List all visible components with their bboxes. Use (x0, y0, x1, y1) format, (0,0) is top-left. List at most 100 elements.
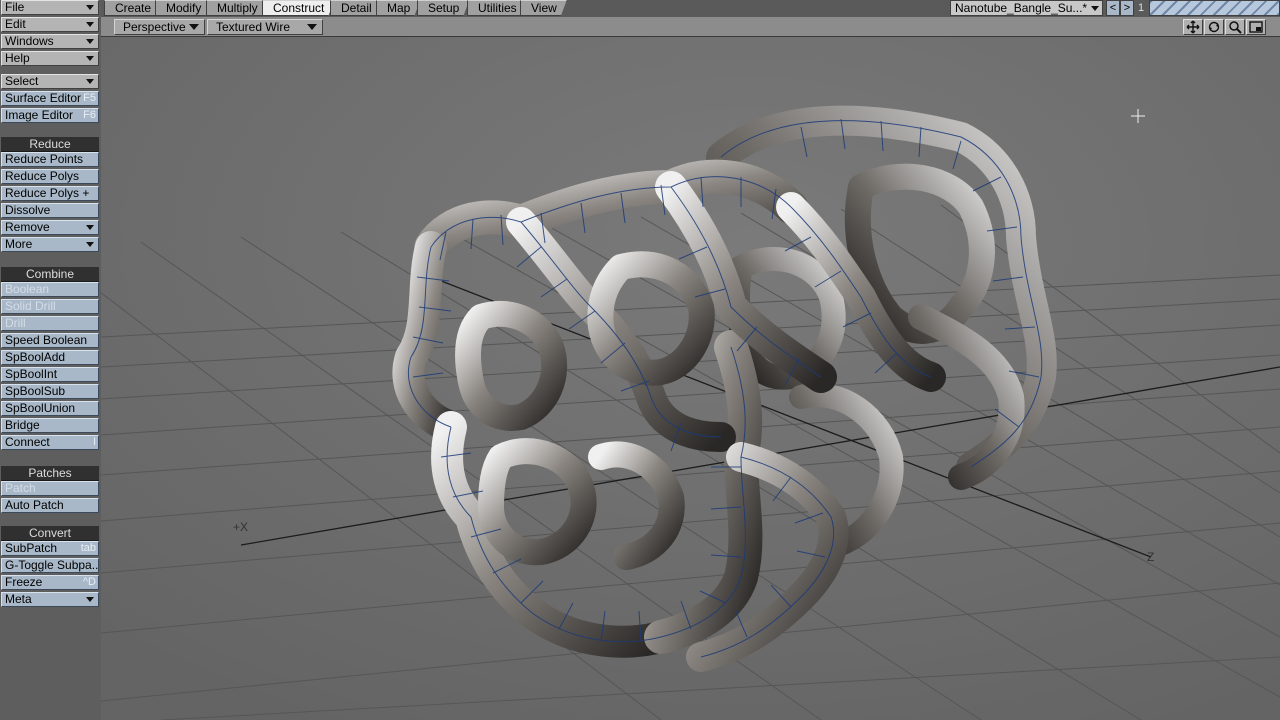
shortcut-key: I (92, 436, 96, 448)
layer-bank-strip[interactable] (1149, 0, 1280, 16)
maximize-view-icon[interactable] (1246, 19, 1266, 35)
spboolunion-button[interactable]: SpBoolUnion (1, 401, 99, 416)
layer-number: 1 (1137, 2, 1145, 14)
object-name: Nanotube_Bangle_Su...* (955, 1, 1088, 15)
combine-header: Combine (1, 267, 99, 282)
reduce-points-label: Reduce Points (5, 152, 84, 166)
tab-create[interactable]: Create (104, 0, 161, 16)
bridge-label: Bridge (5, 418, 40, 432)
solid-drill-label: Solid Drill (5, 299, 56, 313)
remove-label: Remove (5, 220, 50, 234)
reduce-header: Reduce (1, 137, 99, 152)
remove-menu[interactable]: Remove (1, 220, 99, 235)
image-editor-label: Image Editor (5, 108, 74, 122)
boolean-label: Boolean (5, 282, 50, 296)
chevron-down-icon (189, 24, 199, 30)
tab-detail[interactable]: Detail (330, 0, 382, 16)
more-label: More (5, 237, 33, 251)
image-editor-button[interactable]: Image Editor F6 (1, 108, 99, 123)
spboolsub-button[interactable]: SpBoolSub (1, 384, 99, 399)
chevron-down-icon (86, 39, 94, 44)
convert-header: Convert (1, 526, 99, 541)
chevron-down-icon (86, 225, 94, 230)
subpatch-button[interactable]: SubPatch tab (1, 541, 99, 556)
tab-modify[interactable]: Modify (155, 0, 211, 16)
reduce-polys-label: Reduce Polys (5, 169, 80, 183)
reduce-points-button[interactable]: Reduce Points (1, 152, 99, 167)
meta-label: Meta (5, 592, 32, 606)
connect-label: Connect (5, 435, 50, 449)
dissolve-button[interactable]: Dissolve (1, 203, 99, 218)
reduce-polys-plus-label: Reduce Polys + (5, 186, 90, 200)
next-layer-button[interactable]: > (1120, 0, 1134, 16)
gtoggle-subpatch-button[interactable]: G-Toggle Subpa... (1, 558, 99, 573)
spboolint-button[interactable]: SpBoolInt (1, 367, 99, 382)
windows-menu-label: Windows (5, 34, 54, 48)
bridge-button[interactable]: Bridge (1, 418, 99, 433)
surface-editor-button[interactable]: Surface Editor F5 (1, 91, 99, 106)
tab-view[interactable]: View (520, 0, 567, 16)
boolean-button[interactable]: Boolean (1, 282, 99, 297)
shortcut-key: tab (80, 542, 96, 554)
auto-patch-label: Auto Patch (5, 498, 64, 512)
zoom-icon[interactable] (1225, 19, 1245, 35)
axis-label-z: Z (1147, 550, 1154, 564)
dissolve-label: Dissolve (5, 203, 51, 217)
reduce-polys-plus-button[interactable]: Reduce Polys + (1, 186, 99, 201)
drill-label: Drill (5, 316, 26, 330)
more-menu[interactable]: More (1, 237, 99, 252)
view-type-dropdown[interactable]: Perspective (114, 19, 205, 35)
spboolsub-label: SpBoolSub (5, 384, 66, 398)
render-mode-dropdown[interactable]: Textured Wire (207, 19, 323, 35)
object-layer-dropdown[interactable]: Nanotube_Bangle_Su...* (950, 0, 1103, 16)
axis-label-x: +X (233, 520, 248, 534)
help-menu[interactable]: Help (1, 51, 99, 66)
auto-patch-button[interactable]: Auto Patch (1, 498, 99, 513)
solid-drill-button[interactable]: Solid Drill (1, 299, 99, 314)
file-menu-label: File (5, 0, 25, 14)
surface-editor-label: Surface Editor (5, 91, 82, 105)
subpatch-label: SubPatch (5, 541, 58, 555)
spbooladd-button[interactable]: SpBoolAdd (1, 350, 99, 365)
tab-map[interactable]: Map (376, 0, 420, 16)
shortcut-key: F6 (83, 109, 96, 121)
windows-menu[interactable]: Windows (1, 34, 99, 49)
freeze-button[interactable]: Freeze ^D (1, 575, 99, 590)
spbooladd-label: SpBoolAdd (5, 350, 66, 364)
render-mode-label: Textured Wire (216, 20, 291, 34)
shortcut-key: ^D (82, 576, 96, 588)
tab-utilities[interactable]: Utilities (467, 0, 527, 16)
patch-label: Patch (5, 481, 36, 495)
reduce-polys-button[interactable]: Reduce Polys (1, 169, 99, 184)
tab-setup[interactable]: Setup (417, 0, 469, 16)
patch-button[interactable]: Patch (1, 481, 99, 496)
speed-boolean-label: Speed Boolean (5, 333, 88, 347)
spboolunion-label: SpBoolUnion (5, 401, 76, 415)
tab-construct[interactable]: Construct (262, 0, 334, 16)
file-menu[interactable]: File (1, 0, 99, 15)
chevron-down-icon (86, 22, 94, 27)
chevron-down-icon (86, 597, 94, 602)
speed-boolean-button[interactable]: Speed Boolean (1, 333, 99, 348)
viewport-canvas[interactable]: +X Z (101, 37, 1280, 720)
perspective-viewport[interactable]: +X Z (101, 37, 1280, 720)
connect-button[interactable]: Connect I (1, 435, 99, 450)
gtoggle-label: G-Toggle Subpa... (5, 558, 99, 572)
drill-button[interactable]: Drill (1, 316, 99, 331)
select-menu[interactable]: Select (1, 74, 99, 89)
view-type-label: Perspective (123, 20, 186, 34)
tool-sidebar: File Edit Windows Help Select Surface Ed… (0, 0, 101, 720)
chevron-down-icon (86, 79, 94, 84)
prev-layer-button[interactable]: < (1106, 0, 1120, 16)
tab-bar: Create Modify Multiply Construct Detail … (101, 0, 1280, 17)
tab-multiply[interactable]: Multiply (206, 0, 268, 16)
pan-icon[interactable] (1183, 19, 1203, 35)
rotate-icon[interactable] (1204, 19, 1224, 35)
edit-menu[interactable]: Edit (1, 17, 99, 32)
patches-header: Patches (1, 466, 99, 481)
freeze-label: Freeze (5, 575, 43, 589)
select-menu-label: Select (5, 74, 39, 88)
edit-menu-label: Edit (5, 17, 26, 31)
meta-menu[interactable]: Meta (1, 592, 99, 607)
chevron-down-icon (86, 5, 94, 10)
